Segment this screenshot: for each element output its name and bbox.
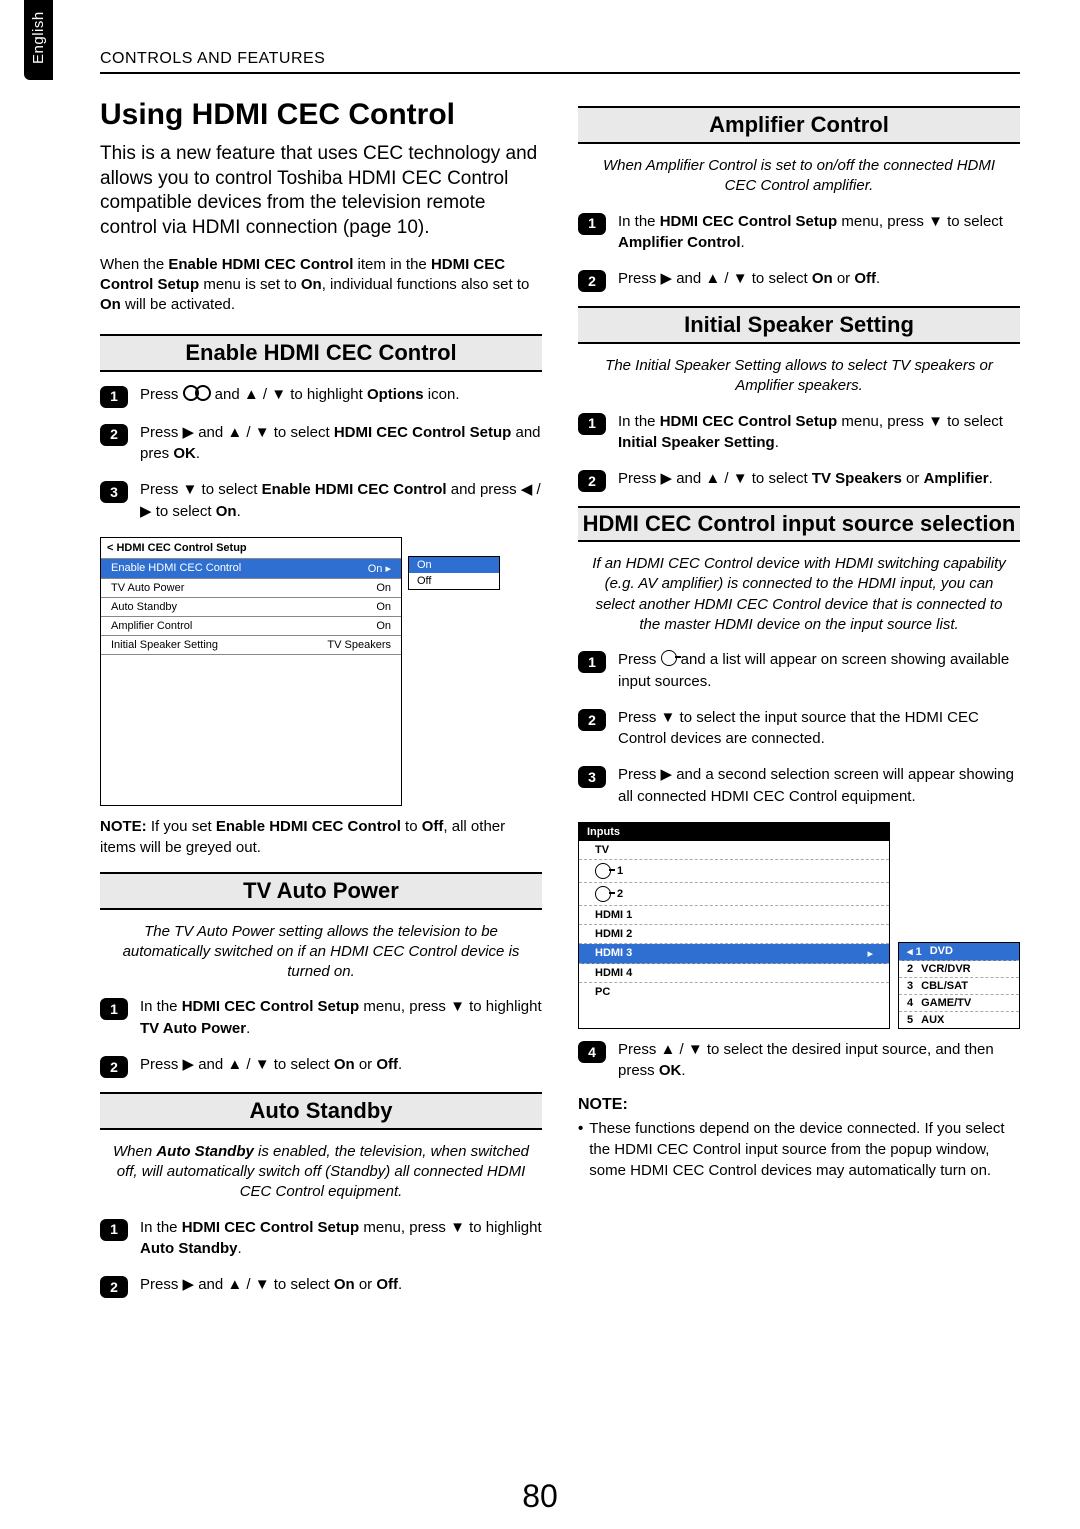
section-amplifier-control: Amplifier Control	[578, 106, 1020, 144]
source-step-4: 4 Press ▲ / ▼ to select the desired input…	[578, 1039, 1020, 1083]
step-badge: 2	[100, 424, 128, 446]
note-heading: NOTE:	[578, 1096, 1020, 1114]
step-text: Press ▲ / ▼ to select the desired input …	[618, 1039, 1020, 1083]
menu-title: < HDMI CEC Control Setup	[101, 538, 401, 558]
menu-row: Amplifier ControlOn	[101, 616, 401, 635]
section-initial-speaker: Initial Speaker Setting	[578, 306, 1020, 344]
input-row: HDMI 4	[579, 964, 889, 983]
input-row: HDMI 2	[579, 925, 889, 944]
step-text: Press ▶ and ▲ / ▼ to select HDMI CEC Con…	[140, 422, 542, 466]
initial-speaker-desc: The Initial Speaker Setting allows to se…	[586, 356, 1012, 397]
precondition-text: When the Enable HDMI CEC Control item in…	[100, 255, 542, 316]
enable-steps: 1 Press and ▲ / ▼ to highlight Options i…	[100, 384, 542, 523]
setup-menu-illustration: < HDMI CEC Control Setup Enable HDMI CEC…	[100, 537, 542, 806]
step-badge: 1	[578, 651, 606, 673]
input-source-desc: If an HDMI CEC Control device with HDMI …	[586, 554, 1012, 635]
tv-auto-power-desc: The TV Auto Power setting allows the tel…	[108, 922, 534, 983]
section-auto-standby: Auto Standby	[100, 1092, 542, 1130]
device-row: 5AUX	[899, 1012, 1019, 1028]
av-input-icon	[595, 886, 611, 902]
input-row: TV	[579, 841, 889, 860]
step-text: Press ▶ and ▲ / ▼ to select On or Off.	[618, 268, 880, 292]
inputs-list: Inputs TV 1 2 HDMI 1 HDMI 2 HDMI 3▸ HDMI…	[578, 822, 890, 1029]
menu-empty-area	[101, 654, 401, 805]
inputs-title: Inputs	[579, 823, 889, 841]
step-text: In the HDMI CEC Control Setup menu, pres…	[618, 411, 1020, 455]
input-row: PC	[579, 983, 889, 1001]
page-title: Using HDMI CEC Control	[100, 98, 542, 132]
inputs-illustration: Inputs TV 1 2 HDMI 1 HDMI 2 HDMI 3▸ HDMI…	[578, 822, 1020, 1029]
step-text: Press ▶ and ▲ / ▼ to select On or Off.	[140, 1054, 402, 1078]
device-popup: ◂ 1DVD 2VCR/DVR 3CBL/SAT 4GAME/TV 5AUX	[898, 942, 1020, 1029]
popup-option-on: On	[409, 557, 499, 573]
section-input-source-selection: HDMI CEC Control input source selection	[578, 506, 1020, 542]
device-row-selected: ◂ 1DVD	[899, 943, 1019, 961]
step-badge: 4	[578, 1041, 606, 1063]
input-row: 1	[579, 860, 889, 883]
step-text: Press ▶ and ▲ / ▼ to select TV Speakers …	[618, 468, 993, 492]
device-row: 4GAME/TV	[899, 995, 1019, 1012]
hdmi-cec-setup-menu: < HDMI CEC Control Setup Enable HDMI CEC…	[100, 537, 402, 806]
auto-standby-desc: When Auto Standby is enabled, the televi…	[108, 1142, 534, 1203]
popup-option-off: Off	[409, 573, 499, 589]
step-text: Press ▶ and ▲ / ▼ to select On or Off.	[140, 1274, 402, 1298]
step-badge: 1	[578, 213, 606, 235]
step-text: In the HDMI CEC Control Setup menu, pres…	[618, 211, 1020, 255]
step-text: Press and a list will appear on screen s…	[618, 649, 1020, 693]
step-badge: 2	[100, 1056, 128, 1078]
language-tab: English	[24, 0, 53, 80]
step-badge: 1	[100, 386, 128, 408]
input-row: HDMI 1	[579, 906, 889, 925]
source-steps: 1 Press and a list will appear on screen …	[578, 649, 1020, 808]
menu-row: Initial Speaker SettingTV Speakers	[101, 635, 401, 654]
auto-standby-steps: 1 In the HDMI CEC Control Setup menu, pre…	[100, 1217, 542, 1299]
note-bullet: These functions depend on the device con…	[578, 1118, 1020, 1181]
step-badge: 3	[100, 481, 128, 503]
step-badge: 1	[578, 413, 606, 435]
on-off-popup: On Off	[408, 556, 500, 590]
step-badge: 1	[100, 1219, 128, 1241]
av-input-icon	[595, 863, 611, 879]
menu-row: TV Auto PowerOn	[101, 578, 401, 597]
menu-row-enable: Enable HDMI CEC ControlOn ▸	[101, 558, 401, 578]
input-row-selected: HDMI 3▸	[579, 944, 889, 964]
step-text: In the HDMI CEC Control Setup menu, pres…	[140, 996, 542, 1040]
manual-page: CONTROLS AND FEATURES English Using HDMI…	[0, 0, 1080, 1529]
quick-menu-icon	[183, 385, 211, 401]
enable-note: NOTE: If you set Enable HDMI CEC Control…	[100, 816, 542, 858]
section-enable-hdmi-cec: Enable HDMI CEC Control	[100, 334, 542, 372]
left-column: Using HDMI CEC Control This is a new fea…	[100, 92, 542, 1312]
device-row: 3CBL/SAT	[899, 978, 1019, 995]
input-row: 2	[579, 883, 889, 906]
section-tv-auto-power: TV Auto Power	[100, 872, 542, 910]
step-badge: 2	[578, 709, 606, 731]
step-badge: 2	[578, 270, 606, 292]
device-row: 2VCR/DVR	[899, 961, 1019, 978]
step-text: Press ▼ to select Enable HDMI CEC Contro…	[140, 479, 542, 523]
speaker-steps: 1 In the HDMI CEC Control Setup menu, pre…	[578, 411, 1020, 493]
right-column: Amplifier Control When Amplifier Control…	[578, 92, 1020, 1312]
amplifier-control-desc: When Amplifier Control is set to on/off …	[586, 156, 1012, 197]
section-header: CONTROLS AND FEATURES	[100, 50, 1020, 74]
step-text: Press and ▲ / ▼ to highlight Options ico…	[140, 384, 460, 408]
step-badge: 1	[100, 998, 128, 1020]
two-column-layout: Using HDMI CEC Control This is a new fea…	[100, 92, 1020, 1312]
step-badge: 3	[578, 766, 606, 788]
menu-row: Auto StandbyOn	[101, 597, 401, 616]
intro-paragraph: This is a new feature that uses CEC tech…	[100, 142, 542, 241]
page-number: 80	[0, 1478, 1080, 1515]
step-text: Press ▼ to select the input source that …	[618, 707, 1020, 751]
step-text: Press ▶ and a second selection screen wi…	[618, 764, 1020, 808]
step-badge: 2	[100, 1276, 128, 1298]
amplifier-steps: 1 In the HDMI CEC Control Setup menu, pre…	[578, 211, 1020, 293]
input-source-icon	[661, 650, 677, 666]
step-text: In the HDMI CEC Control Setup menu, pres…	[140, 1217, 542, 1261]
tv-auto-steps: 1 In the HDMI CEC Control Setup menu, pre…	[100, 996, 542, 1078]
step-badge: 2	[578, 470, 606, 492]
